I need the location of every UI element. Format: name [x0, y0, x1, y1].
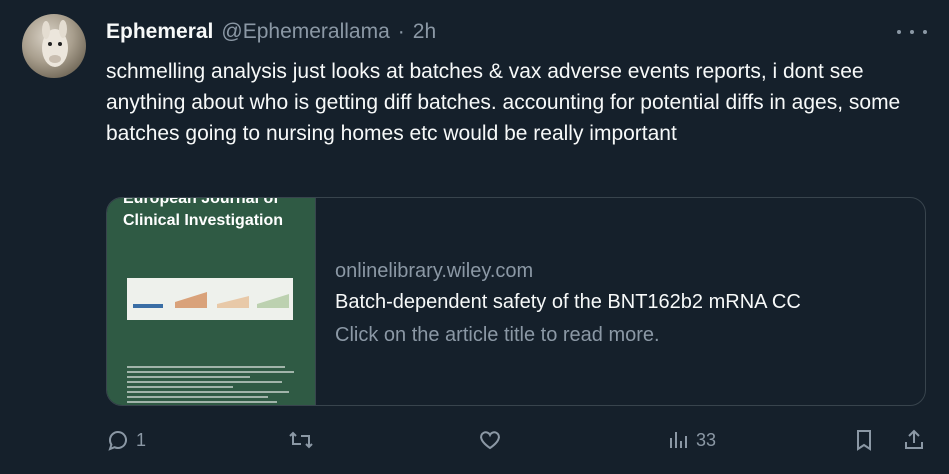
card-title[interactable]: Batch-dependent safety of the BNT162b2 m…	[335, 285, 801, 319]
action-bar: 1 33	[106, 428, 926, 456]
separator-dot: ·	[397, 20, 405, 43]
views-button[interactable]: 33	[666, 428, 716, 452]
card-thumbnail: European Journal of Clinical Investigati…	[107, 198, 316, 405]
avatar[interactable]	[22, 14, 86, 78]
like-button[interactable]	[478, 428, 508, 452]
bookmark-icon	[852, 428, 876, 452]
reply-icon	[106, 428, 130, 452]
views-count: 33	[696, 429, 717, 450]
like-icon	[478, 428, 502, 452]
share-icon	[902, 428, 926, 452]
thumbnail-figure	[127, 278, 293, 320]
retweet-icon	[288, 428, 314, 452]
tweet-header: Ephemeral @Ephemerallama · 2h	[106, 19, 436, 45]
bookmark-button[interactable]	[852, 428, 876, 452]
reply-button[interactable]: 1	[106, 428, 146, 452]
views-icon	[666, 428, 690, 452]
link-card[interactable]: European Journal of Clinical Investigati…	[106, 197, 926, 406]
card-info: onlinelibrary.wiley.com Batch-dependent …	[335, 257, 801, 351]
thumbnail-text-lines	[127, 366, 303, 405]
share-button[interactable]	[902, 428, 926, 452]
user-handle[interactable]: @Ephemerallama	[221, 20, 389, 44]
display-name[interactable]: Ephemeral	[106, 20, 213, 44]
more-icon[interactable]	[897, 24, 927, 40]
retweet-button[interactable]	[288, 428, 320, 452]
tweet-text: schmelling analysis just looks at batche…	[106, 60, 901, 145]
journal-title: European Journal of Clinical Investigati…	[123, 198, 284, 229]
timestamp[interactable]: 2h	[413, 20, 436, 44]
reply-count: 1	[136, 429, 147, 450]
card-domain[interactable]: onlinelibrary.wiley.com	[335, 257, 801, 285]
card-description[interactable]: Click on the article title to read more.	[335, 319, 801, 351]
